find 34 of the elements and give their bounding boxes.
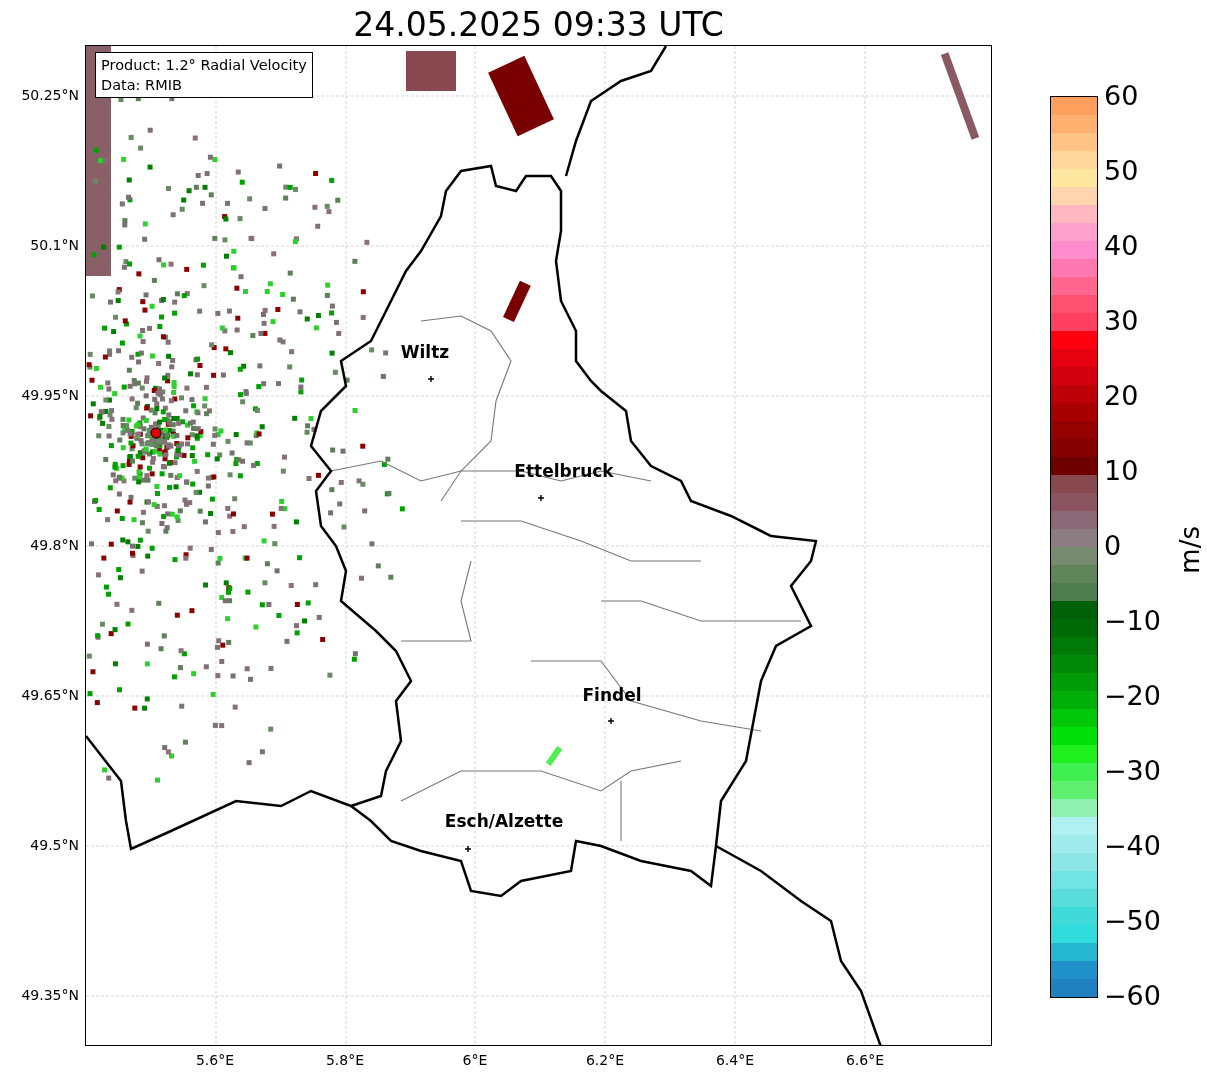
latitude-tick-label: 50.1°N <box>30 236 80 255</box>
city-label: Ettelbruck <box>514 461 614 481</box>
latitude-tick-label: 49.5°N <box>30 836 80 855</box>
colorbar-tick-label: −50 <box>1104 906 1161 936</box>
latitude-tick-label: 50.25°N <box>21 86 80 105</box>
colorbar-unit-label: m/s <box>1175 526 1205 574</box>
colorbar-tick-label: −40 <box>1104 831 1161 861</box>
colorbar-tick-label: −20 <box>1104 681 1161 711</box>
latitude-tick-label: 49.95°N <box>21 386 80 405</box>
city-label: Esch/Alzette <box>444 811 564 831</box>
latitude-tick-label: 49.65°N <box>21 686 80 705</box>
colorbar-tick-label: 0 <box>1104 531 1123 561</box>
colorbar-tick-label: −60 <box>1104 981 1161 1011</box>
city-label: Findel <box>582 685 642 705</box>
colorbar-tick-label: 60 <box>1104 81 1140 111</box>
latitude-tick-label: 49.35°N <box>21 986 80 1005</box>
city-label: Wiltz <box>400 342 450 362</box>
colorbar-tick-label: 40 <box>1104 231 1140 261</box>
longitude-tick-label: 6°E <box>461 1052 489 1068</box>
latitude-tick-label: 49.8°N <box>30 536 80 555</box>
colorbar-tick-label: 30 <box>1104 306 1140 336</box>
product-text: Product: 1.2° Radial Velocity <box>101 56 307 75</box>
longitude-tick-label: 6.2°E <box>584 1052 626 1068</box>
colorbar-tick-label: −30 <box>1104 756 1161 786</box>
colorbar-tick-label: 50 <box>1104 156 1140 186</box>
longitude-tick-label: 6.6°E <box>844 1052 886 1068</box>
colorbar-tick-label: 20 <box>1104 381 1140 411</box>
longitude-tick-label: 5.8°E <box>324 1052 366 1068</box>
colorbar-tick-label: −10 <box>1104 606 1161 636</box>
colorbar-tick-label: 10 <box>1104 456 1140 486</box>
longitude-tick-label: 6.4°E <box>714 1052 756 1068</box>
longitude-tick-label: 5.6°E <box>194 1052 236 1068</box>
chart-title: 24.05.2025 09:33 UTC <box>352 4 725 45</box>
data-source-text: Data: RMIB <box>101 76 183 95</box>
